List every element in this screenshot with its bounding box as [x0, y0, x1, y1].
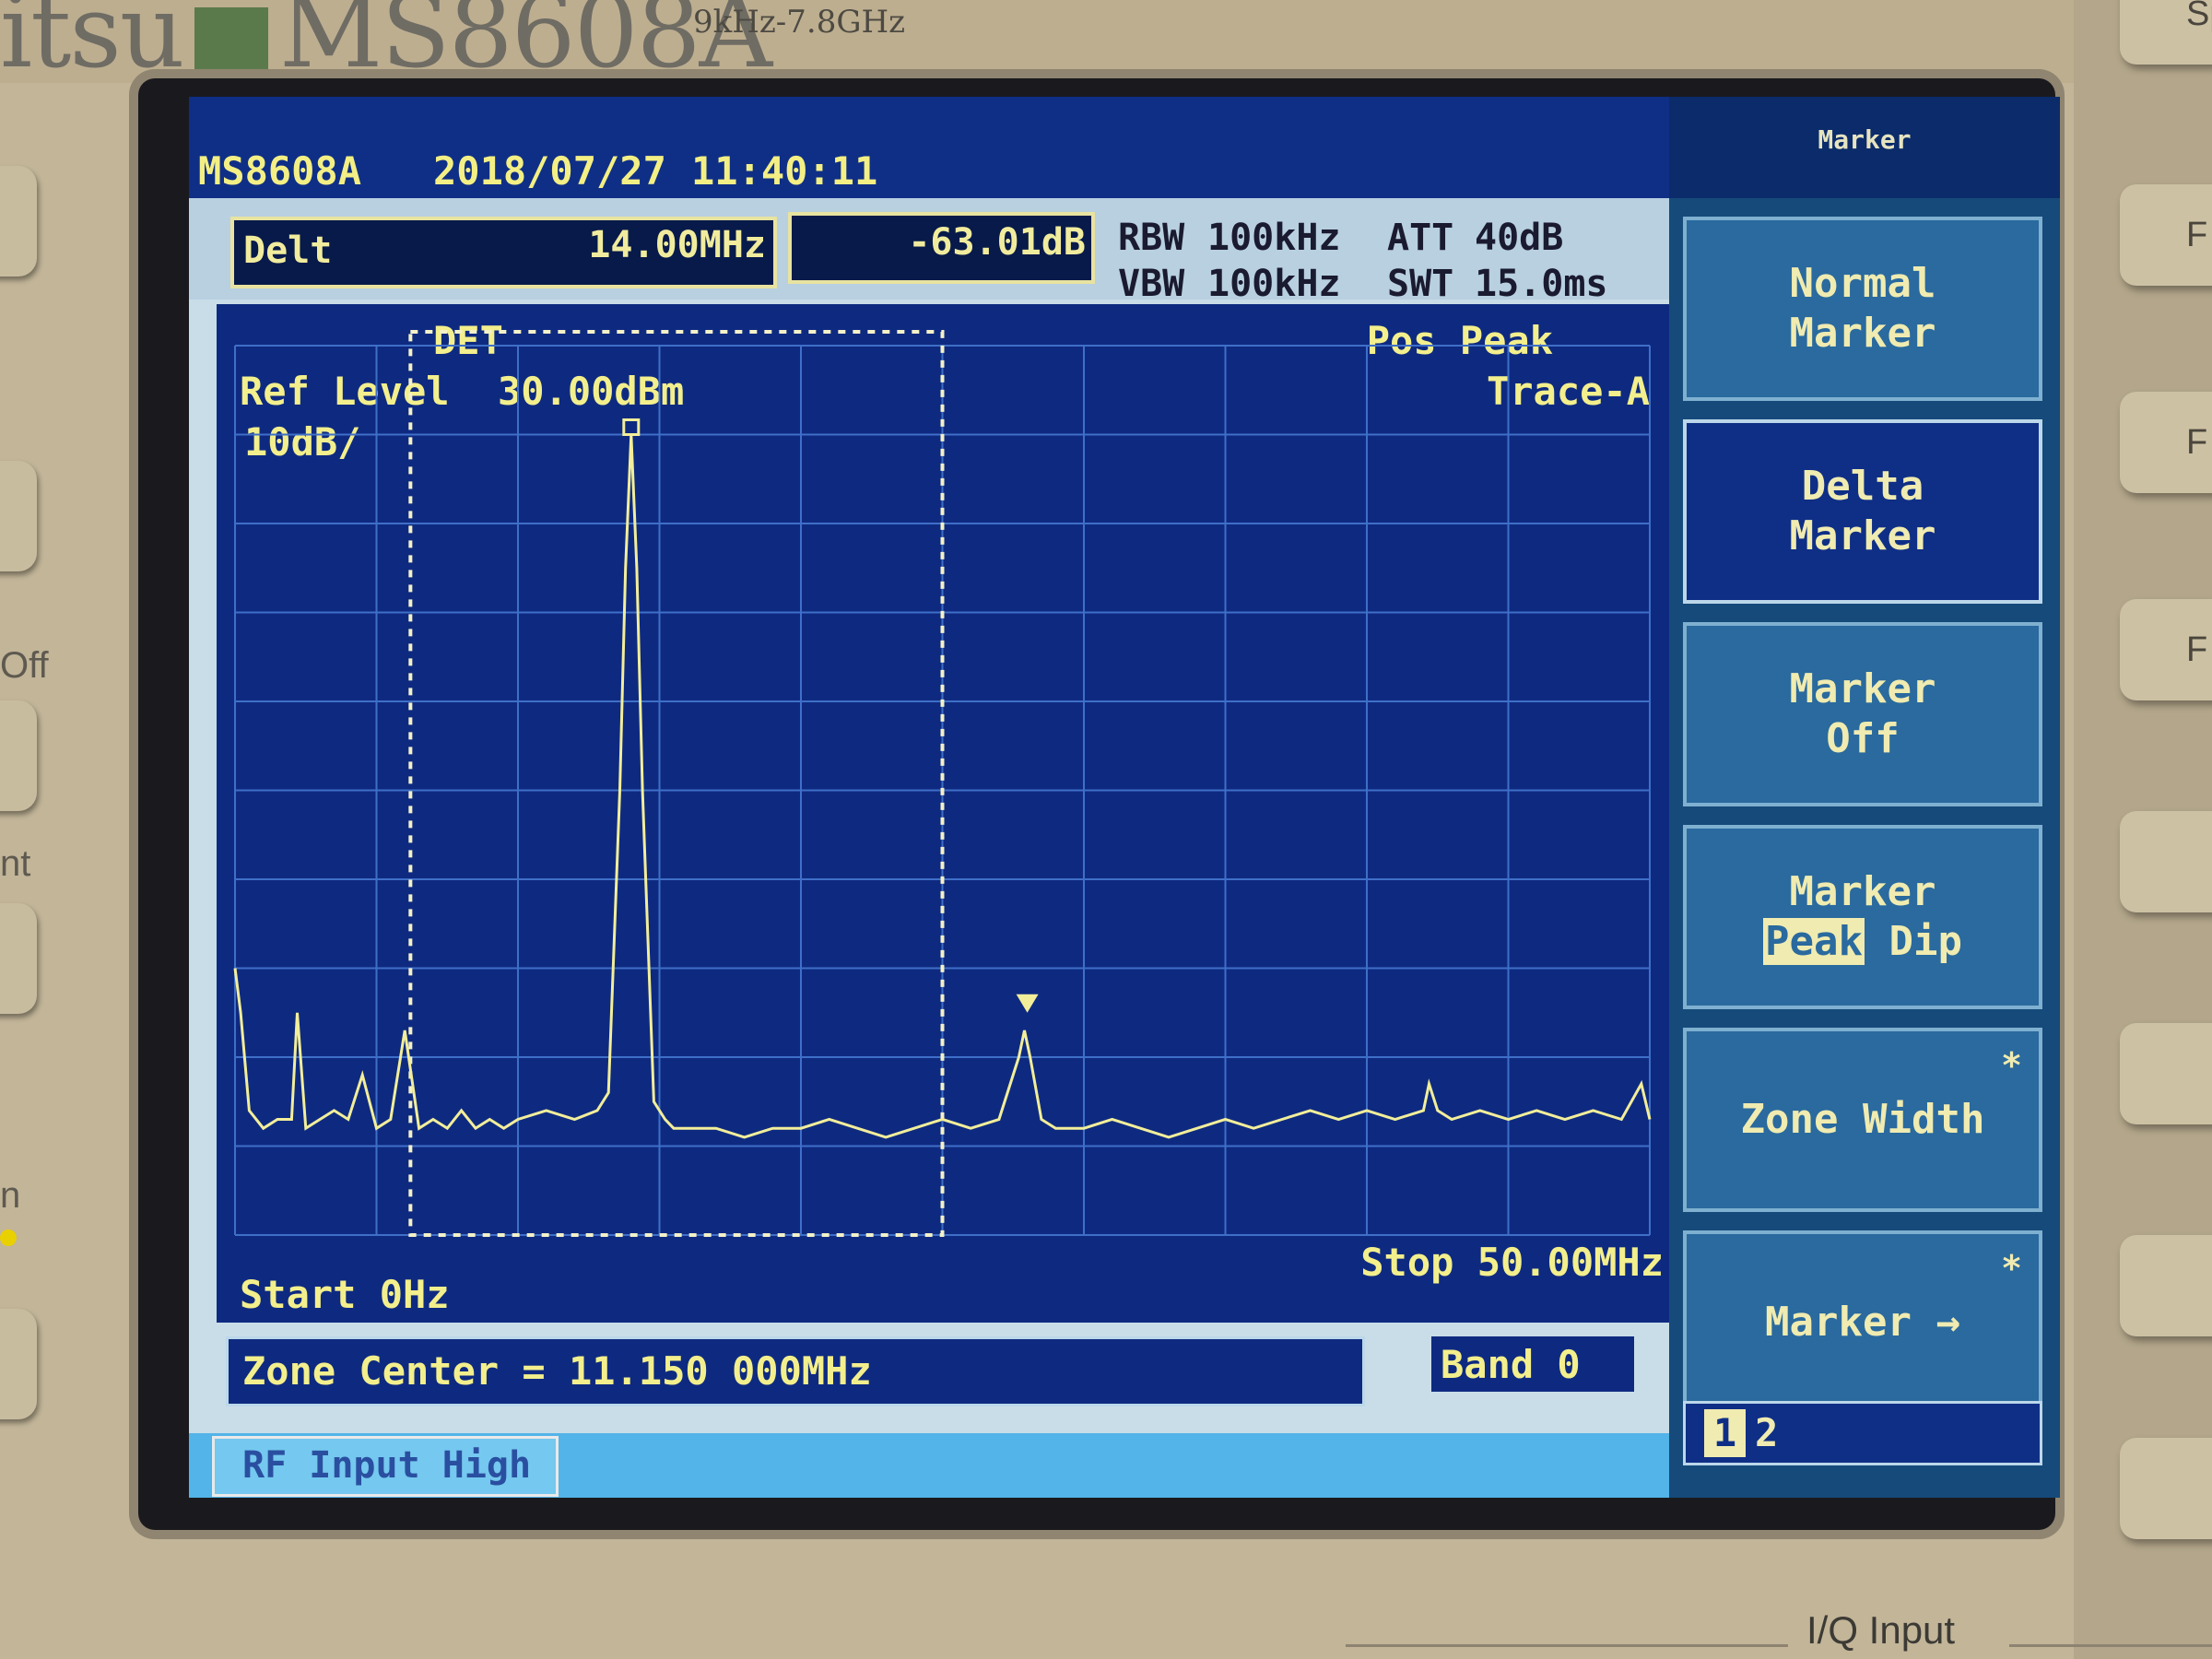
marker-mode: Delt: [243, 229, 333, 272]
trace-plot: [233, 330, 1652, 1237]
softkey-label: Marker: [1789, 665, 1936, 712]
left-label-off: Off: [0, 645, 49, 686]
softkey-marker-off[interactable]: Marker Off: [1683, 622, 2042, 806]
time: 11:40:11: [691, 148, 878, 194]
softkey-marker-peak-dip[interactable]: Marker Peak Dip: [1683, 825, 2042, 1009]
submenu-indicator: *: [2001, 1248, 2022, 1288]
freq-range-label: 9kHz-7.8GHz: [693, 4, 906, 41]
hardware-key[interactable]: Spe: [2120, 0, 2212, 65]
rf-input-status: RF Input High: [212, 1436, 559, 1497]
zone-box: [408, 330, 945, 1237]
panel-key[interactable]: [0, 700, 37, 811]
menu-title: Marker: [1818, 124, 1912, 155]
softkey-label: Peak Dip: [1763, 917, 1962, 967]
date: 2018/07/27: [433, 148, 666, 194]
analyzer-screen: MS8608A 2018/07/27 11:40:11 Marker Delt …: [189, 97, 2060, 1498]
title-bar: MS8608A 2018/07/27 11:40:11: [189, 97, 1669, 198]
softkey-panel: Normal Marker Delta Marker Marker Off Ma…: [1669, 198, 2060, 1498]
iq-input-label: I/Q Input: [1806, 1608, 1956, 1652]
softkey-delta-marker[interactable]: Delta Marker: [1683, 419, 2042, 604]
panel-line: [1346, 1644, 1788, 1647]
page-next[interactable]: 2: [1755, 1409, 1778, 1457]
selected-option: Peak: [1763, 918, 1865, 965]
hardware-function-key[interactable]: [2120, 1235, 2212, 1336]
hardware-function-key[interactable]: F: [2120, 184, 2212, 286]
softkey-label: Marker: [1789, 512, 1936, 559]
hardware-function-key[interactable]: [2120, 1023, 2212, 1124]
start-freq: Start 0Hz: [240, 1272, 450, 1317]
swt-label: SWT: [1387, 263, 1454, 305]
panel-key[interactable]: [0, 903, 37, 1014]
panel-line: [2009, 1644, 2212, 1647]
att-label: ATT: [1387, 217, 1454, 259]
att-value: 40dB: [1475, 217, 1564, 259]
panel-key[interactable]: [0, 461, 37, 571]
reference-marker: [622, 418, 641, 436]
marker-frequency: 14.00MHz: [588, 224, 766, 266]
softkey-label: Off: [1826, 715, 1900, 762]
softkey-label: Normal: [1789, 260, 1936, 307]
screen-model: MS8608A: [198, 148, 362, 194]
softkey-marker-to[interactable]: * Marker →: [1683, 1230, 2042, 1415]
band-label: Band 0: [1441, 1342, 1581, 1387]
option-label: Dip: [1865, 918, 1962, 965]
vbw-label: VBW: [1118, 263, 1185, 305]
softkey-label: Marker: [1789, 310, 1936, 357]
menu-header: Marker: [1669, 97, 2060, 198]
left-panel: Off nt n: [0, 0, 138, 1659]
hardware-function-key[interactable]: F: [2120, 599, 2212, 700]
panel-key[interactable]: [0, 1309, 37, 1419]
page-current[interactable]: 1: [1704, 1409, 1746, 1457]
hardware-function-key[interactable]: [2120, 1438, 2212, 1539]
delta-marker: [1016, 994, 1039, 1013]
instrument-bezel-top: itsu MS8608A 9kHz-7.8GHz: [0, 0, 2212, 90]
spectrum-graph: DET Pos Peak Ref Level 30.00dBm Trace-A …: [217, 304, 1669, 1323]
rbw-label: RBW: [1118, 217, 1185, 259]
softkey-label: Delta: [1801, 463, 1924, 510]
left-label-nt: nt: [0, 843, 31, 884]
vbw-value: 100kHz: [1207, 263, 1341, 305]
stop-freq: Stop 50.00MHz: [1360, 1240, 1664, 1285]
rf-input-text: RF Input High: [242, 1444, 532, 1487]
softkey-label: Marker →: [1765, 1299, 1960, 1346]
marker-level: -63.01dB: [908, 221, 1086, 264]
softkey-label: Marker: [1789, 868, 1936, 915]
hardware-function-key[interactable]: F: [2120, 392, 2212, 493]
rbw-value: 100kHz: [1207, 217, 1341, 259]
softkey-zone-width[interactable]: * Zone Width: [1683, 1028, 2042, 1212]
status-led: [0, 1230, 17, 1246]
left-label-n: n: [0, 1175, 21, 1216]
softkey-label: Zone Width: [1740, 1096, 1985, 1143]
parameter-area: Delt 14.00MHz -63.01dB RBW 100kHz VBW 10…: [189, 198, 1669, 305]
zone-center-text: Zone Center = 11.150 000MHz: [242, 1348, 872, 1394]
hardware-function-key[interactable]: [2120, 811, 2212, 912]
submenu-indicator: *: [2001, 1045, 2022, 1086]
marker-level-box: -63.01dB: [788, 212, 1095, 284]
marker-freq-box: Delt 14.00MHz: [230, 217, 777, 288]
zone-center-bar: Zone Center = 11.150 000MHz: [226, 1336, 1365, 1406]
page-indicator[interactable]: 1 2: [1683, 1401, 2042, 1465]
softkey-normal-marker[interactable]: Normal Marker: [1683, 217, 2042, 401]
panel-key[interactable]: [0, 166, 37, 276]
band-box: Band 0: [1431, 1336, 1634, 1392]
swt-value: 15.0ms: [1475, 263, 1608, 305]
brand-logo-block: [194, 7, 268, 73]
